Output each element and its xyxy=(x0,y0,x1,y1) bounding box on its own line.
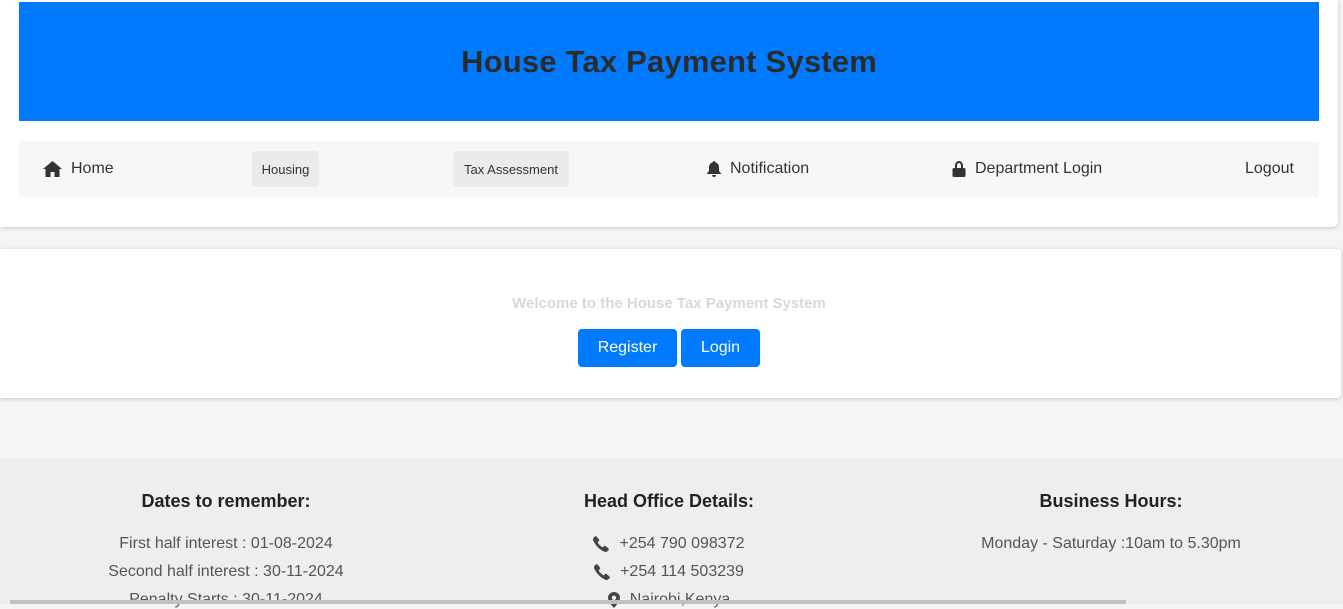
nav-home-label: Home xyxy=(71,160,114,177)
date-item-text: First half interest : 01-08-2024 xyxy=(119,535,333,552)
welcome-text: Welcome to the House Tax Payment System xyxy=(512,295,826,312)
header-card: House Tax Payment System Home Housing Ta… xyxy=(0,0,1338,227)
nav-housing-button[interactable]: Housing xyxy=(252,151,319,187)
hours-heading: Business Hours: xyxy=(1039,491,1183,511)
nav-housing-label: Housing xyxy=(261,161,310,177)
hours-text: Monday - Saturday :10am to 5.30pm xyxy=(888,535,1334,553)
phone-icon xyxy=(593,536,610,552)
nav-notification-label: Notification xyxy=(730,160,810,177)
nav-home[interactable]: Home xyxy=(43,141,114,197)
hours-text-value: Monday - Saturday :10am to 5.30pm xyxy=(981,535,1241,552)
horizontal-scrollbar[interactable] xyxy=(10,600,1126,604)
lock-icon xyxy=(952,161,966,177)
bell-icon xyxy=(707,161,721,177)
header-banner: House Tax Payment System xyxy=(19,2,1319,121)
nav-tax-assessment-label: Tax Assessment xyxy=(464,161,558,177)
nav-logout-label: Logout xyxy=(1245,160,1294,177)
main-navbar: Home Housing Tax Assessment Notification xyxy=(19,141,1319,197)
register-button[interactable]: Register xyxy=(578,329,677,367)
dates-heading: Dates to remember: xyxy=(141,491,311,511)
office-phone-2: +254 114 503239 xyxy=(446,563,892,581)
date-item-text: Second half interest : 30-11-2024 xyxy=(108,563,344,580)
phone-icon xyxy=(594,564,610,580)
date-item: First half interest : 01-08-2024 xyxy=(0,535,452,553)
office-phone-1: +254 790 098372 xyxy=(446,535,892,553)
office-phone-text: +254 790 098372 xyxy=(619,535,745,552)
nav-tax-assessment-button[interactable]: Tax Assessment xyxy=(453,151,569,187)
welcome-card: Welcome to the House Tax Payment System … xyxy=(0,249,1341,398)
footer: Dates to remember: First half interest :… xyxy=(0,459,1343,608)
office-heading: Head Office Details: xyxy=(583,491,755,511)
home-icon xyxy=(43,161,62,177)
nav-department-login[interactable]: Department Login xyxy=(952,141,1102,197)
nav-notification[interactable]: Notification xyxy=(707,141,809,197)
date-item: Second half interest : 30-11-2024 xyxy=(0,563,452,581)
page-title: House Tax Payment System xyxy=(460,43,877,79)
office-phone-text: +254 114 503239 xyxy=(620,563,744,580)
nav-logout[interactable]: Logout xyxy=(1245,141,1294,197)
login-button[interactable]: Login xyxy=(681,329,760,367)
nav-department-login-label: Department Login xyxy=(975,160,1103,177)
